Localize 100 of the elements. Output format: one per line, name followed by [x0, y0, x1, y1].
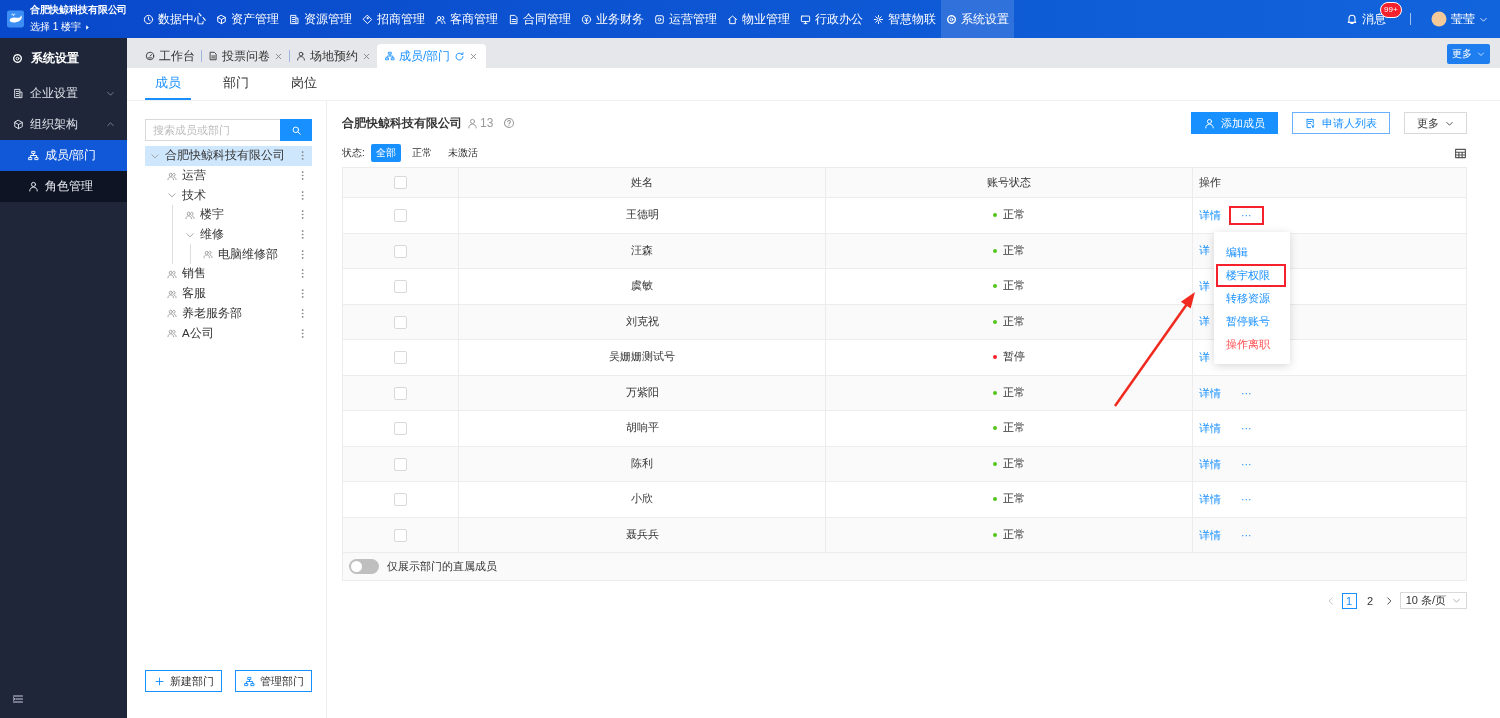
document-icon	[508, 13, 519, 25]
more-button[interactable]: ···	[1229, 490, 1264, 509]
more-button[interactable]: ···	[1229, 454, 1264, 473]
table-cell: 王德明	[458, 197, 826, 233]
tab[interactable]: 成员/部门	[377, 44, 487, 68]
status-text: 正常	[1003, 492, 1025, 505]
details-link[interactable]: 详情	[1199, 386, 1221, 399]
tree-action-button[interactable]: 新建部门	[145, 670, 222, 692]
checkbox[interactable]	[394, 493, 407, 507]
menu-item[interactable]: 操作离职	[1216, 333, 1286, 356]
more-button[interactable]: ···	[1229, 383, 1264, 402]
details-link[interactable]: 详情	[1199, 457, 1221, 470]
details-link[interactable]: 详	[1199, 350, 1210, 363]
tab[interactable]: 场地预约	[290, 44, 377, 68]
nav-item[interactable]: 行政办公	[795, 0, 868, 38]
more-button[interactable]: ···	[1229, 525, 1264, 544]
user-menu[interactable]: 莹莹	[1431, 10, 1488, 28]
checkbox[interactable]	[394, 386, 407, 400]
nav-item[interactable]: 运营管理	[649, 0, 722, 38]
building-selector[interactable]: 选择 1 楼宇	[30, 20, 127, 34]
more-button[interactable]: 更多	[1447, 44, 1490, 64]
checkbox[interactable]	[394, 422, 407, 436]
sidebar-item[interactable]: 角色管理	[0, 171, 127, 202]
nav-item[interactable]: 资源管理	[284, 0, 357, 38]
checkbox[interactable]	[394, 176, 407, 190]
tree-item[interactable]: 技术	[145, 185, 312, 206]
details-link[interactable]: 详情	[1199, 493, 1221, 505]
nav-item[interactable]: 智慧物联	[868, 0, 941, 38]
menu-item[interactable]: 转移资源	[1216, 287, 1286, 310]
clock-icon	[143, 13, 154, 25]
sidebar-item[interactable]: 成员/部门	[0, 140, 127, 171]
table-cell: 小欣	[458, 481, 826, 517]
checkbox[interactable]	[394, 209, 407, 223]
filter-chip[interactable]: 全部	[370, 144, 401, 162]
checkbox[interactable]	[394, 528, 407, 542]
search-field[interactable]: 搜索成员或部门	[145, 119, 280, 141]
tab[interactable]: 投票问卷	[202, 44, 289, 68]
tree-item[interactable]: 维修	[173, 224, 312, 245]
menu-item[interactable]: 楼宇权限	[1216, 264, 1286, 287]
settings-icon	[946, 13, 957, 25]
sidebar-item[interactable]: 组织架构	[0, 109, 127, 140]
status-text: 正常	[1003, 421, 1025, 434]
details-link[interactable]: 详	[1199, 315, 1210, 328]
details-link[interactable]: 详	[1199, 279, 1210, 292]
tree-item[interactable]: 养老服务部	[145, 303, 312, 324]
avatar-icon	[1431, 11, 1447, 27]
menu-item[interactable]: 暂停账号	[1216, 310, 1286, 333]
page-button[interactable]: 1	[1341, 592, 1357, 609]
checkbox[interactable]	[394, 315, 407, 329]
search-button[interactable]	[280, 119, 312, 141]
details-link[interactable]: 详情	[1199, 422, 1221, 434]
page-size-select[interactable]: 10 条/页	[1399, 592, 1467, 609]
filter-chip[interactable]: 正常	[406, 144, 437, 162]
checkbox[interactable]	[394, 244, 407, 258]
tab[interactable]: 工作台	[139, 44, 201, 68]
toggle-label: 仅展示部门的直属成员	[387, 559, 497, 574]
tree-item[interactable]: 合肥快鲸科技有限公司	[145, 146, 312, 166]
add-member-button[interactable]: 添加成员	[1191, 112, 1278, 134]
nav-item[interactable]: 合同管理	[503, 0, 576, 38]
details-link[interactable]: 详情	[1199, 209, 1221, 221]
nav-item[interactable]: 数据中心	[138, 0, 211, 38]
menu-item[interactable]: 编辑	[1216, 241, 1286, 264]
nav-item[interactable]: 资产管理	[211, 0, 284, 38]
details-link[interactable]: 详情	[1199, 528, 1221, 541]
details-link[interactable]: 详	[1199, 244, 1210, 257]
sidebar-item[interactable]: 企业设置	[0, 78, 127, 109]
more-button[interactable]: ···	[1229, 419, 1264, 438]
checkbox[interactable]	[394, 280, 407, 294]
tree-item[interactable]: 销售	[145, 264, 312, 284]
tab[interactable]: 部门	[213, 68, 259, 100]
company-name: 合肥快鲸科技有限公司	[30, 4, 127, 17]
people-icon	[167, 170, 177, 181]
page-button[interactable]: 2	[1362, 592, 1378, 609]
person-icon	[1204, 117, 1215, 129]
more-button[interactable]: ···	[1229, 206, 1264, 225]
more-button[interactable]: 更多	[1404, 112, 1467, 134]
checkbox[interactable]	[394, 351, 407, 365]
nav-item[interactable]: 系统设置	[941, 0, 1014, 38]
people-icon	[167, 268, 177, 279]
tree-item[interactable]: 楼宇	[173, 205, 312, 225]
coin-icon	[581, 13, 592, 25]
collapse-menu-icon	[12, 693, 24, 705]
toggle-switch[interactable]	[349, 559, 379, 574]
applicant-list-button[interactable]: 申请人列表	[1292, 112, 1390, 134]
nav-item[interactable]: 物业管理	[722, 0, 795, 38]
sidebar-title: 系统设置	[31, 49, 79, 67]
tree-item[interactable]: A公司	[145, 323, 312, 343]
tree-item[interactable]: 电脑维修部	[191, 244, 312, 265]
checkbox[interactable]	[394, 457, 407, 471]
tree-item[interactable]: 客服	[145, 283, 312, 304]
nav-item[interactable]: 招商管理	[357, 0, 430, 38]
people-icon	[167, 328, 177, 339]
tab[interactable]: 成员	[145, 68, 191, 100]
filter-chip[interactable]: 未激活	[442, 144, 483, 162]
tree-item[interactable]: 运营	[145, 165, 312, 186]
nav-item[interactable]: 客商管理	[430, 0, 503, 38]
member-count: 13	[480, 116, 494, 130]
nav-item[interactable]: 业务财务	[576, 0, 649, 38]
tab[interactable]: 岗位	[281, 68, 327, 100]
tree-action-button[interactable]: 管理部门	[235, 670, 312, 692]
